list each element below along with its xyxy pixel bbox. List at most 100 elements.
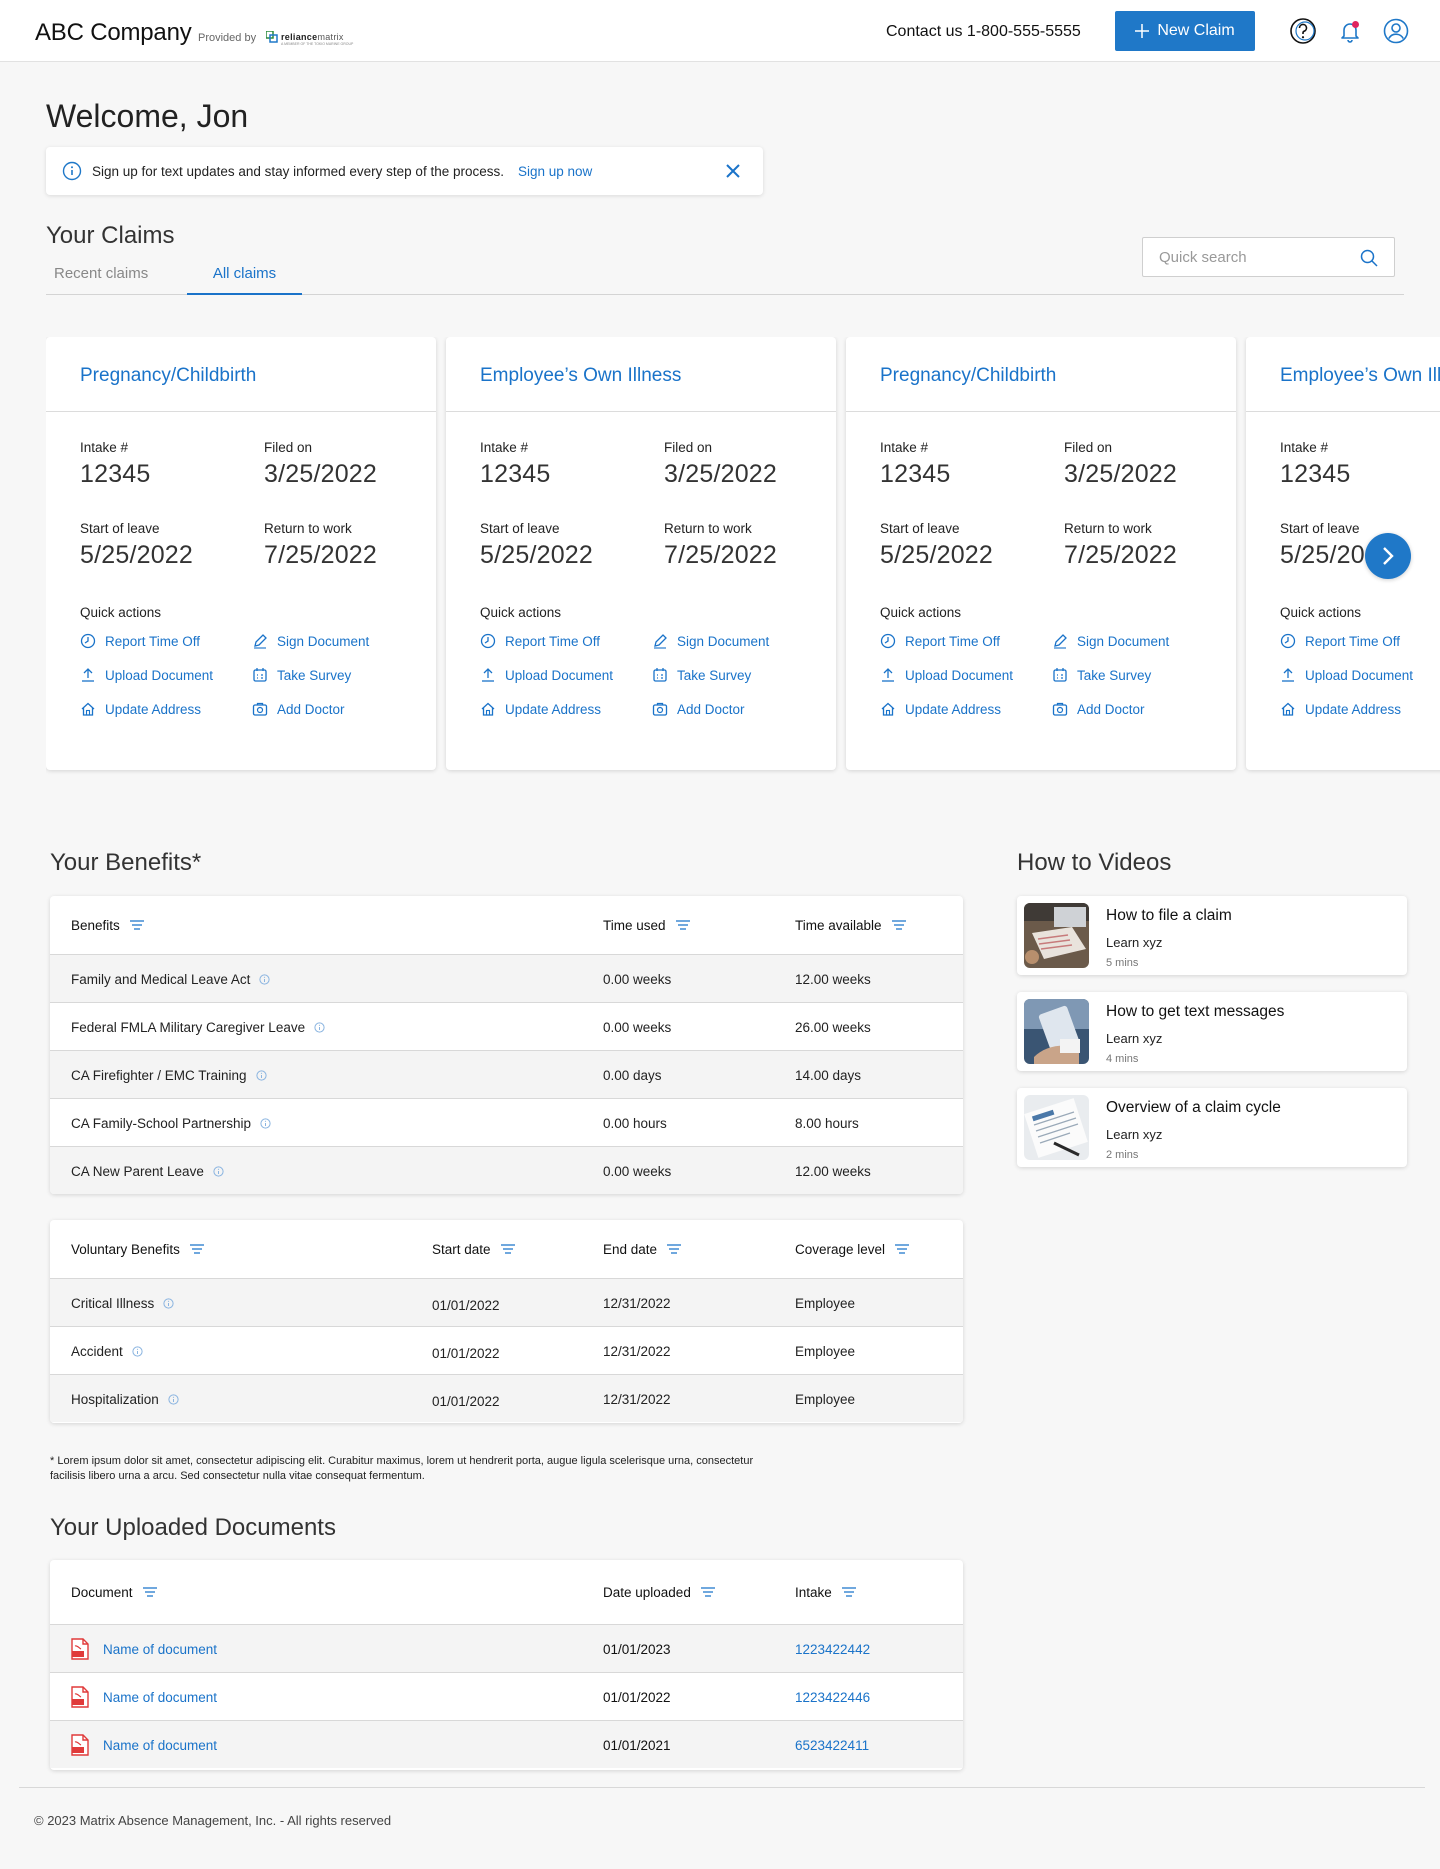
info-icon[interactable] (260, 1117, 271, 1129)
start-date-cell: 01/01/2022 (432, 1297, 500, 1313)
sort-icon[interactable] (500, 1244, 515, 1254)
contact-phone[interactable]: Contact us 1-800-555-5555 (886, 23, 1081, 41)
video-card[interactable]: How to get text messages Learn xyz 4 mins (1017, 992, 1407, 1071)
claim-card[interactable]: Pregnancy/Childbirth Intake # 12345 Filed o… (46, 337, 436, 770)
claim-type-title[interactable]: Pregnancy/Childbirth (846, 337, 1236, 412)
claim-type-title[interactable]: Employee’s Own Illness (446, 337, 836, 412)
quick-action-sign-document[interactable]: Sign Document (252, 633, 369, 649)
new-claim-button[interactable]: New Claim (1115, 11, 1255, 51)
claim-card[interactable]: Employee’s Own Illness Intake # 12345 Filed… (446, 337, 836, 770)
text-updates-banner: Sign up for text updates and stay inform… (46, 147, 763, 195)
end-date-cell: 12/31/2022 (603, 1295, 671, 1311)
tab-recent-claims[interactable]: Recent claims (54, 265, 148, 282)
video-thumbnail[interactable] (1024, 903, 1089, 968)
user-profile-icon[interactable] (1382, 17, 1410, 45)
quick-search-input[interactable] (1143, 248, 1353, 266)
column-header-date-uploaded[interactable]: Date uploaded (603, 1560, 715, 1624)
quick-action-take-survey[interactable]: Take Survey (252, 667, 351, 683)
video-card[interactable]: Overview of a claim cycle Learn xyz 2 mins (1017, 1088, 1407, 1167)
video-thumbnail[interactable] (1024, 999, 1089, 1064)
benefit-name: CA Firefighter / EMC Training (71, 1067, 247, 1083)
quick-action-upload-document[interactable]: Upload Document (480, 667, 613, 683)
close-icon[interactable] (725, 163, 741, 179)
sort-icon[interactable] (895, 1244, 910, 1254)
quick-action-add-doctor[interactable]: Add Doctor (1052, 701, 1145, 717)
document-link[interactable]: Name of document (71, 1625, 217, 1673)
info-icon[interactable] (314, 1021, 325, 1033)
filed-on-date-field: Filed on 3/25/2022 (1064, 440, 1177, 489)
doctor-icon (652, 701, 668, 717)
sort-icon[interactable] (700, 1587, 715, 1597)
quick-action-report-time-off[interactable]: Report Time Off (480, 633, 600, 649)
quick-action-report-time-off[interactable]: Report Time Off (880, 633, 1000, 649)
intake-number-link[interactable]: 6523422411 (795, 1721, 869, 1769)
claim-type-title[interactable]: Employee’s Own Illness (1246, 337, 1440, 412)
quick-action-update-address[interactable]: Update Address (480, 701, 601, 717)
quick-action-take-survey[interactable]: Take Survey (1052, 667, 1151, 683)
sort-icon[interactable] (675, 920, 690, 930)
quick-action-add-doctor[interactable]: Add Doctor (652, 701, 745, 717)
video-card[interactable]: How to file a claim Learn xyz 5 mins (1017, 896, 1407, 975)
column-header-time-available[interactable]: Time available (795, 896, 906, 954)
intake-number-field: Intake # 12345 (880, 440, 951, 489)
document-link[interactable]: Name of document (71, 1673, 217, 1721)
column-header-document[interactable]: Document (71, 1560, 157, 1624)
quick-action-add-doctor[interactable]: Add Doctor (252, 701, 345, 717)
column-header-intake[interactable]: Intake (795, 1560, 856, 1624)
quick-action-update-address[interactable]: Update Address (80, 701, 201, 717)
start-of-leave-date-label: Start of leave (80, 521, 160, 536)
time-used-cell: 0.00 weeks (603, 971, 672, 987)
sort-icon[interactable] (129, 920, 144, 930)
start-of-leave-date-label: Start of leave (880, 521, 960, 536)
clock-icon (80, 633, 96, 649)
quick-action-upload-document[interactable]: Upload Document (880, 667, 1013, 683)
column-header-start-date[interactable]: Start date (432, 1220, 515, 1278)
info-icon[interactable] (259, 973, 270, 985)
column-header-benefits[interactable]: Benefits (71, 896, 144, 954)
intake-number-link[interactable]: 1223422446 (795, 1673, 870, 1721)
claim-card[interactable]: Pregnancy/Childbirth Intake # 12345 Filed o… (846, 337, 1236, 770)
search-icon[interactable] (1360, 249, 1378, 267)
info-icon[interactable] (255, 1069, 267, 1081)
quick-action-upload-document[interactable]: Upload Document (1280, 667, 1413, 683)
quick-action-update-address[interactable]: Update Address (880, 701, 1001, 717)
info-icon[interactable] (213, 1165, 224, 1177)
your-claims-title: Your Claims (46, 222, 175, 249)
column-header-time-used[interactable]: Time used (603, 896, 690, 954)
video-thumbnail[interactable] (1024, 1095, 1089, 1160)
sort-icon[interactable] (142, 1587, 157, 1597)
info-icon[interactable] (132, 1345, 143, 1357)
column-header-coverage-level[interactable]: Coverage level (795, 1220, 910, 1278)
quick-action-take-survey[interactable]: Take Survey (652, 667, 751, 683)
sort-icon[interactable] (189, 1244, 204, 1254)
help-icon[interactable] (1289, 17, 1317, 45)
quick-action-report-time-off[interactable]: Report Time Off (80, 633, 200, 649)
notification-bell-icon[interactable] (1336, 17, 1364, 45)
column-header-end-date[interactable]: End date (603, 1220, 682, 1278)
info-icon[interactable] (168, 1393, 179, 1405)
table-row: Critical Illness 01/01/2022 12/31/2022 Empl… (50, 1278, 963, 1326)
company-logo[interactable]: ABC Company (35, 19, 192, 47)
sort-icon[interactable] (841, 1587, 856, 1597)
quick-action-label: Sign Document (277, 633, 370, 649)
document-link[interactable]: Name of document (71, 1721, 217, 1769)
carousel-next-button[interactable] (1365, 533, 1411, 579)
quick-action-update-address[interactable]: Update Address (1280, 701, 1401, 717)
intake-number-link[interactable]: 1223422442 (795, 1625, 870, 1673)
quick-action-sign-document[interactable]: Sign Document (652, 633, 769, 649)
table-row: Federal FMLA Military Caregiver Leave 0.0… (50, 1002, 963, 1050)
info-icon[interactable] (163, 1297, 174, 1309)
quick-action-upload-document[interactable]: Upload Document (80, 667, 213, 683)
claim-type-title[interactable]: Pregnancy/Childbirth (46, 337, 436, 412)
quick-action-report-time-off[interactable]: Report Time Off (1280, 633, 1400, 649)
sort-icon[interactable] (891, 920, 906, 930)
home-icon (880, 701, 896, 717)
start-of-leave-date-field: Start of leave 5/25/2022 (480, 521, 593, 570)
quick-action-sign-document[interactable]: Sign Document (1052, 633, 1169, 649)
tab-all-claims[interactable]: All claims (187, 265, 302, 295)
sign-up-now-link[interactable]: Sign up now (518, 164, 592, 179)
quick-search (1142, 237, 1395, 277)
filed-on-date-field: Filed on 3/25/2022 (664, 440, 777, 489)
column-header-voluntary-benefits[interactable]: Voluntary Benefits (71, 1220, 204, 1278)
sort-icon[interactable] (667, 1244, 682, 1254)
